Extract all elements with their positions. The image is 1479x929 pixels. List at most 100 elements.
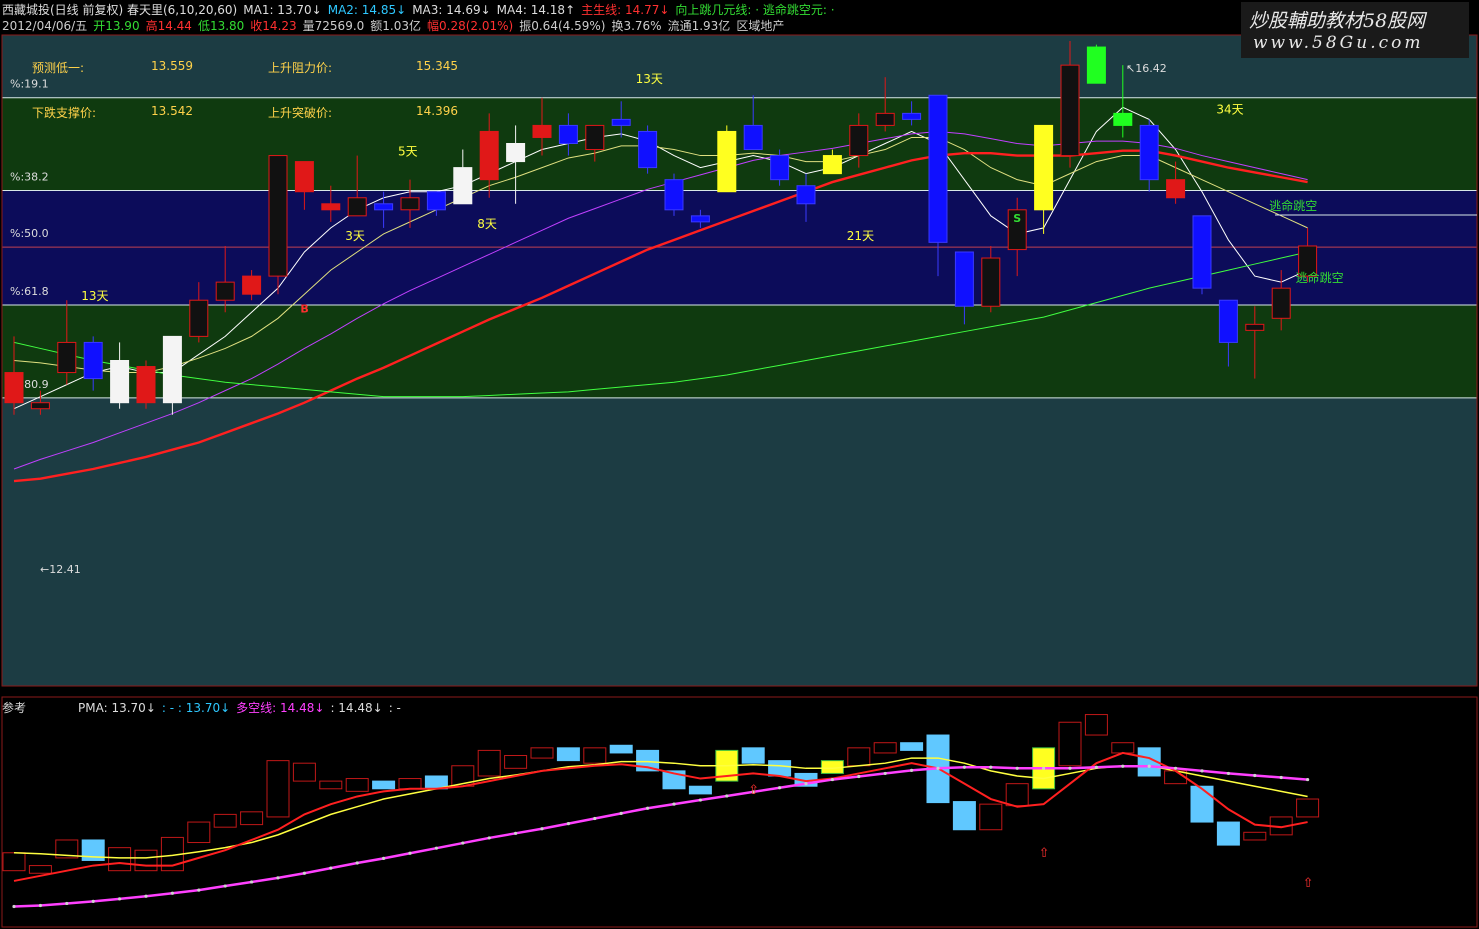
- sub-dot: [1226, 771, 1230, 776]
- sub-panel-indicator: : - : 13.70↓: [161, 701, 231, 715]
- sub-dot: [170, 891, 174, 895]
- break-value: 14.396: [416, 104, 458, 118]
- sub-dot: [698, 798, 703, 802]
- candlestick: [136, 360, 156, 409]
- header.row2-item: 振0.64(4.59%): [519, 19, 606, 33]
- candle-body: [294, 161, 314, 193]
- candle-body: [374, 203, 394, 211]
- watermark-logo: 炒股輔助教材58股网 www.58Gu.com: [1241, 2, 1469, 58]
- candle-body: [1166, 179, 1186, 199]
- candlestick: [1086, 44, 1106, 84]
- watermark-line-1: 炒股輔助教材58股网: [1249, 10, 1426, 32]
- sub-dot: [1279, 775, 1283, 780]
- sub-dot: [883, 771, 887, 776]
- sub-panel-bar: [952, 801, 976, 831]
- candle-body: [1060, 64, 1080, 157]
- header.row2-item: 高14.44: [145, 19, 192, 33]
- sub-panel-indicator: : 14.48↓: [330, 701, 383, 715]
- sub-dot: [778, 786, 782, 790]
- sub-dot: [725, 794, 729, 798]
- sub-dot: [1147, 764, 1151, 768]
- candle-body: [189, 299, 209, 337]
- header.row2-item: 区域地产: [736, 19, 785, 33]
- sub-dot: [1174, 766, 1178, 770]
- candle-body: [268, 155, 288, 277]
- sub-dot: [1306, 777, 1310, 782]
- sub-panel-bar: [688, 785, 712, 795]
- sub-dot: [514, 831, 518, 835]
- sub-dot: [38, 903, 43, 908]
- sub-panel-bar: [1190, 785, 1214, 823]
- signal-label: S: [1013, 212, 1021, 225]
- header.row2-item: 流通1.93亿: [667, 19, 731, 33]
- sub-panel-bar: [609, 744, 633, 754]
- candle-body: [611, 118, 631, 126]
- fib-label: %:38.2: [10, 171, 49, 184]
- sub-panel-indicator: 多空线: 14.48↓: [236, 701, 325, 715]
- candlestick: [638, 125, 658, 174]
- candlestick: [162, 335, 182, 415]
- sub-dot: [276, 876, 280, 880]
- fib-band: [2, 97, 1477, 191]
- sub-dot: [197, 888, 201, 892]
- day-count-label: 3天: [345, 229, 365, 243]
- day-count-label: 5天: [398, 145, 418, 159]
- candle-body: [902, 112, 922, 120]
- sub-panel-indicator: PMA: 13.70↓: [78, 701, 156, 715]
- sub-dot: [12, 904, 16, 909]
- header.row1-item: MA3: 14.69↓: [412, 3, 491, 17]
- sub-panel-border: [1, 696, 1478, 928]
- candle-body: [30, 402, 50, 410]
- day-count-label: 34天: [1216, 102, 1243, 116]
- candle-body: [347, 197, 367, 217]
- sub-dot: [91, 899, 95, 904]
- sub-dot: [144, 894, 148, 898]
- candle-body: [1113, 112, 1133, 126]
- sub-dot: [804, 782, 808, 786]
- candle-body: [928, 94, 948, 243]
- candlestick: [717, 125, 737, 193]
- candle-body: [110, 360, 130, 404]
- sub-panel-bar: [556, 747, 580, 762]
- candle-body: [400, 197, 420, 211]
- candlestick: [268, 155, 288, 295]
- header-row-1: 西藏城投(日线 前复权) 春天里(6,10,20,60) MA1: 13.70↓ M…: [2, 2, 841, 18]
- candle-body: [4, 372, 24, 404]
- sub-dot: [1253, 773, 1257, 778]
- sub-dot: [1121, 764, 1125, 768]
- candle-body: [638, 130, 658, 169]
- sub-dot: [1094, 765, 1098, 769]
- candle-body: [743, 124, 763, 151]
- sub-dot: [566, 821, 571, 826]
- sub-panel-bar: [372, 780, 396, 790]
- candle-body: [1034, 124, 1054, 211]
- header.row1-item: 西藏城投(日线 前复权) 春天里(6,10,20,60): [2, 3, 238, 17]
- candle-body: [83, 341, 103, 380]
- price-chart[interactable]: %:19.1%:38.2%:50.0%:61.8%:80.913天5天3天8天1…: [0, 0, 1479, 929]
- header.row1-item: 主生线: 14.77↓: [581, 3, 670, 17]
- sub-panel-title: 参考: [2, 701, 27, 715]
- sub-dot: [118, 897, 122, 901]
- sub-dot: [434, 846, 438, 850]
- sub-panel-bar: [741, 747, 765, 764]
- sub-panel-bar: [768, 760, 792, 777]
- resist-label: 上升阻力价:: [268, 61, 333, 75]
- candle-body: [426, 191, 446, 211]
- sub-dot: [302, 871, 306, 875]
- fib-band: [2, 305, 1477, 398]
- sub-dot: [382, 856, 386, 861]
- sub-dot: [936, 766, 940, 770]
- candle-body: [1218, 299, 1238, 343]
- sub-panel-bar: [900, 742, 924, 751]
- up-arrow-icon: ⇧: [748, 783, 759, 798]
- sub-dot: [593, 816, 597, 821]
- candle-body: [770, 155, 790, 181]
- sub-dot: [672, 802, 676, 806]
- header.row2-item: 低13.80: [197, 19, 245, 33]
- header.row1-item: MA4: 14.18↑: [496, 3, 576, 17]
- day-count-label: 逃命跳空: [1269, 198, 1317, 213]
- candle-body: [690, 215, 710, 223]
- header.row2-item: 额1.03亿: [370, 19, 422, 33]
- candle-body: [849, 124, 869, 157]
- candle-body: [1245, 323, 1265, 331]
